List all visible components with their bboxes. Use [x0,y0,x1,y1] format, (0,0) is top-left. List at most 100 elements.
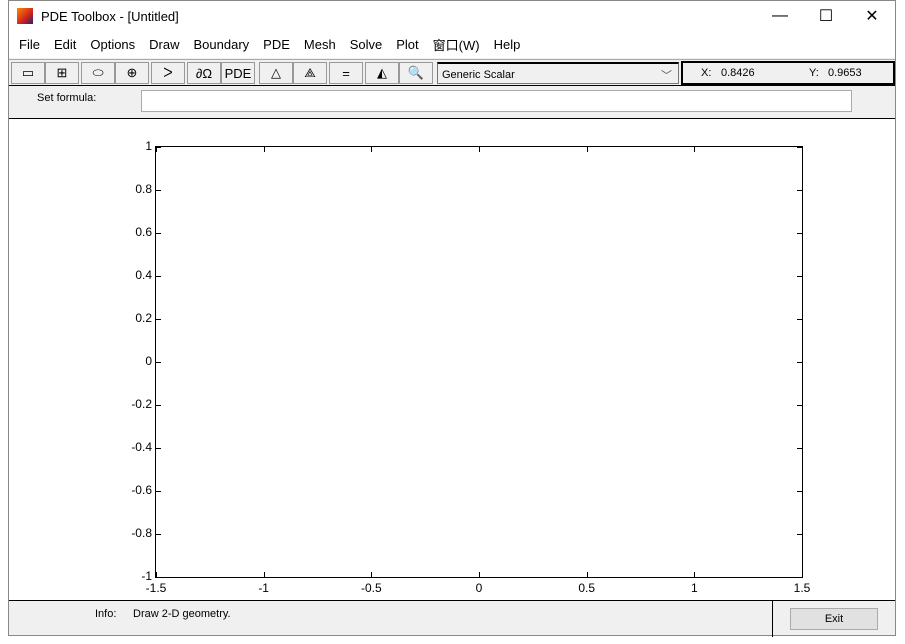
exit-button[interactable]: Exit [790,608,878,630]
minimize-button[interactable]: — [757,1,803,31]
x-tick-mark [263,572,265,577]
y-tick-mark [156,362,161,363]
y-tick-mark [156,190,161,191]
info-text: Draw 2-D geometry. [133,608,231,620]
formula-row: Set formula: [9,85,895,119]
y-tick-mark [797,276,802,277]
y-tick-mark [797,147,802,148]
menu-10[interactable]: Help [487,37,528,52]
x-label: X: [701,67,712,79]
x-tick-label: -1 [258,581,269,595]
x-tick-mark [479,147,480,152]
info-label: Info: [95,608,117,620]
y-tick-mark [797,362,802,363]
y-label: Y: [809,67,819,79]
y-tick-mark [156,577,161,578]
formula-label: Set formula: [37,92,97,104]
menu-4[interactable]: Boundary [187,37,257,52]
menu-9[interactable]: 窗口(W) [426,35,487,54]
x-tick-mark [263,147,265,152]
application-value: Generic Scalar [442,69,515,81]
mesh-refine-icon[interactable]: ⟁ [293,62,327,84]
x-tick-label: 0.5 [578,581,595,595]
y-value: 0.9653 [828,67,862,79]
y-tick-label: -1 [141,569,152,583]
maximize-button[interactable]: ☐ [803,1,849,31]
y-tick-mark [156,491,161,492]
y-tick-label: -0.6 [131,483,152,497]
x-tick-mark [694,147,696,152]
menu-bar: File Edit Options Draw Boundary PDE Mesh Solve P… [9,31,895,58]
x-tick-label: -0.5 [360,581,382,595]
y-tick-mark [156,405,161,406]
menu-3[interactable]: Draw [142,37,186,52]
matlab-icon [17,8,33,24]
window-title: PDE Toolbox - [Untitled] [41,8,179,24]
y-tick-label: 0.2 [135,311,152,325]
ellipse-center-icon[interactable]: ⊕ [115,62,149,84]
menu-2[interactable]: Options [83,37,142,52]
formula-input[interactable] [141,90,852,112]
x-tick-mark [586,147,588,152]
ellipse-icon[interactable]: ⬭ [81,62,115,84]
zoom-icon[interactable]: 🔍 [399,62,433,84]
y-tick-mark [797,405,802,406]
x-tick-label: 1 [690,581,698,595]
x-tick-mark [479,572,480,577]
y-tick-label: 0.4 [135,268,152,282]
rectangle-center-icon[interactable]: ⊞ [45,62,79,84]
y-tick-label: 0 [145,354,152,368]
menu-1[interactable]: Edit [47,37,83,52]
x-tick-mark [802,147,803,152]
x-tick-mark [371,572,373,577]
y-tick-label: 0.8 [135,182,152,196]
divider [772,601,773,637]
plot-area[interactable]: -1.5 -1 -0.5 0 0.5 1 1.5 1 0.8 0.6 0.4 0.2 0 -0.2 -0.4… [9,119,895,600]
x-tick-mark [586,572,588,577]
polygon-icon[interactable]: ᐳ [151,62,185,84]
y-tick-label: 1 [145,139,152,153]
y-tick-label: 0.6 [135,225,152,239]
y-tick-mark [156,448,161,449]
y-tick-mark [797,190,802,191]
axes[interactable]: -1.5 -1 -0.5 0 0.5 1 1.5 1 0.8 0.6 0.4 0.2 0 -0.2 -0.4… [131,139,810,595]
x-tick-mark [371,147,373,152]
x-tick-mark [802,572,803,577]
solve-icon[interactable]: = [329,62,363,84]
x-tick-label: 1.5 [793,581,811,595]
application-select[interactable]: Generic Scalar ﹀ [437,62,679,84]
y-tick-mark [797,448,802,449]
boundary-mode-icon[interactable]: ∂Ω [187,62,221,84]
y-tick-mark [156,147,161,148]
info-bar: Info: Draw 2-D geometry. Exit [9,600,895,637]
y-tick-mark [156,534,161,535]
y-tick-mark [156,276,161,277]
y-tick-mark [156,233,161,234]
title-bar: PDE Toolbox - [Untitled] — ☐ ✕ [9,1,895,31]
y-tick-mark [797,233,802,234]
pde-spec-button[interactable]: PDE [221,62,255,84]
toolbar: Generic Scalar ﹀ X: 0.8426 Y: 0.9653 ▭ ⊞ ⬭… [9,59,895,85]
y-tick-mark [797,534,802,535]
rectangle-icon[interactable]: ▭ [11,62,45,84]
y-tick-mark [797,491,802,492]
y-tick-label: -0.2 [131,397,152,411]
y-tick-mark [797,319,802,320]
y-tick-mark [797,577,802,578]
menu-7[interactable]: Solve [343,37,390,52]
close-button[interactable]: ✕ [849,1,895,31]
mesh-init-icon[interactable]: △ [259,62,293,84]
menu-8[interactable]: Plot [389,37,425,52]
menu-0[interactable]: File [12,37,47,52]
chevron-down-icon: ﹀ [661,70,672,82]
x-value: 0.8426 [721,67,755,79]
y-tick-mark [156,319,161,320]
y-tick-label: -0.4 [131,440,152,454]
pde-toolbox-window: PDE Toolbox - [Untitled] — ☐ ✕ File Edit O… [8,0,896,637]
plot-icon[interactable]: ◭ [365,62,399,84]
menu-6[interactable]: Mesh [297,37,343,52]
x-tick-label: 0 [475,581,483,595]
x-tick-label: -1.5 [145,581,167,595]
menu-5[interactable]: PDE [256,37,297,52]
x-tick-mark [694,572,696,577]
